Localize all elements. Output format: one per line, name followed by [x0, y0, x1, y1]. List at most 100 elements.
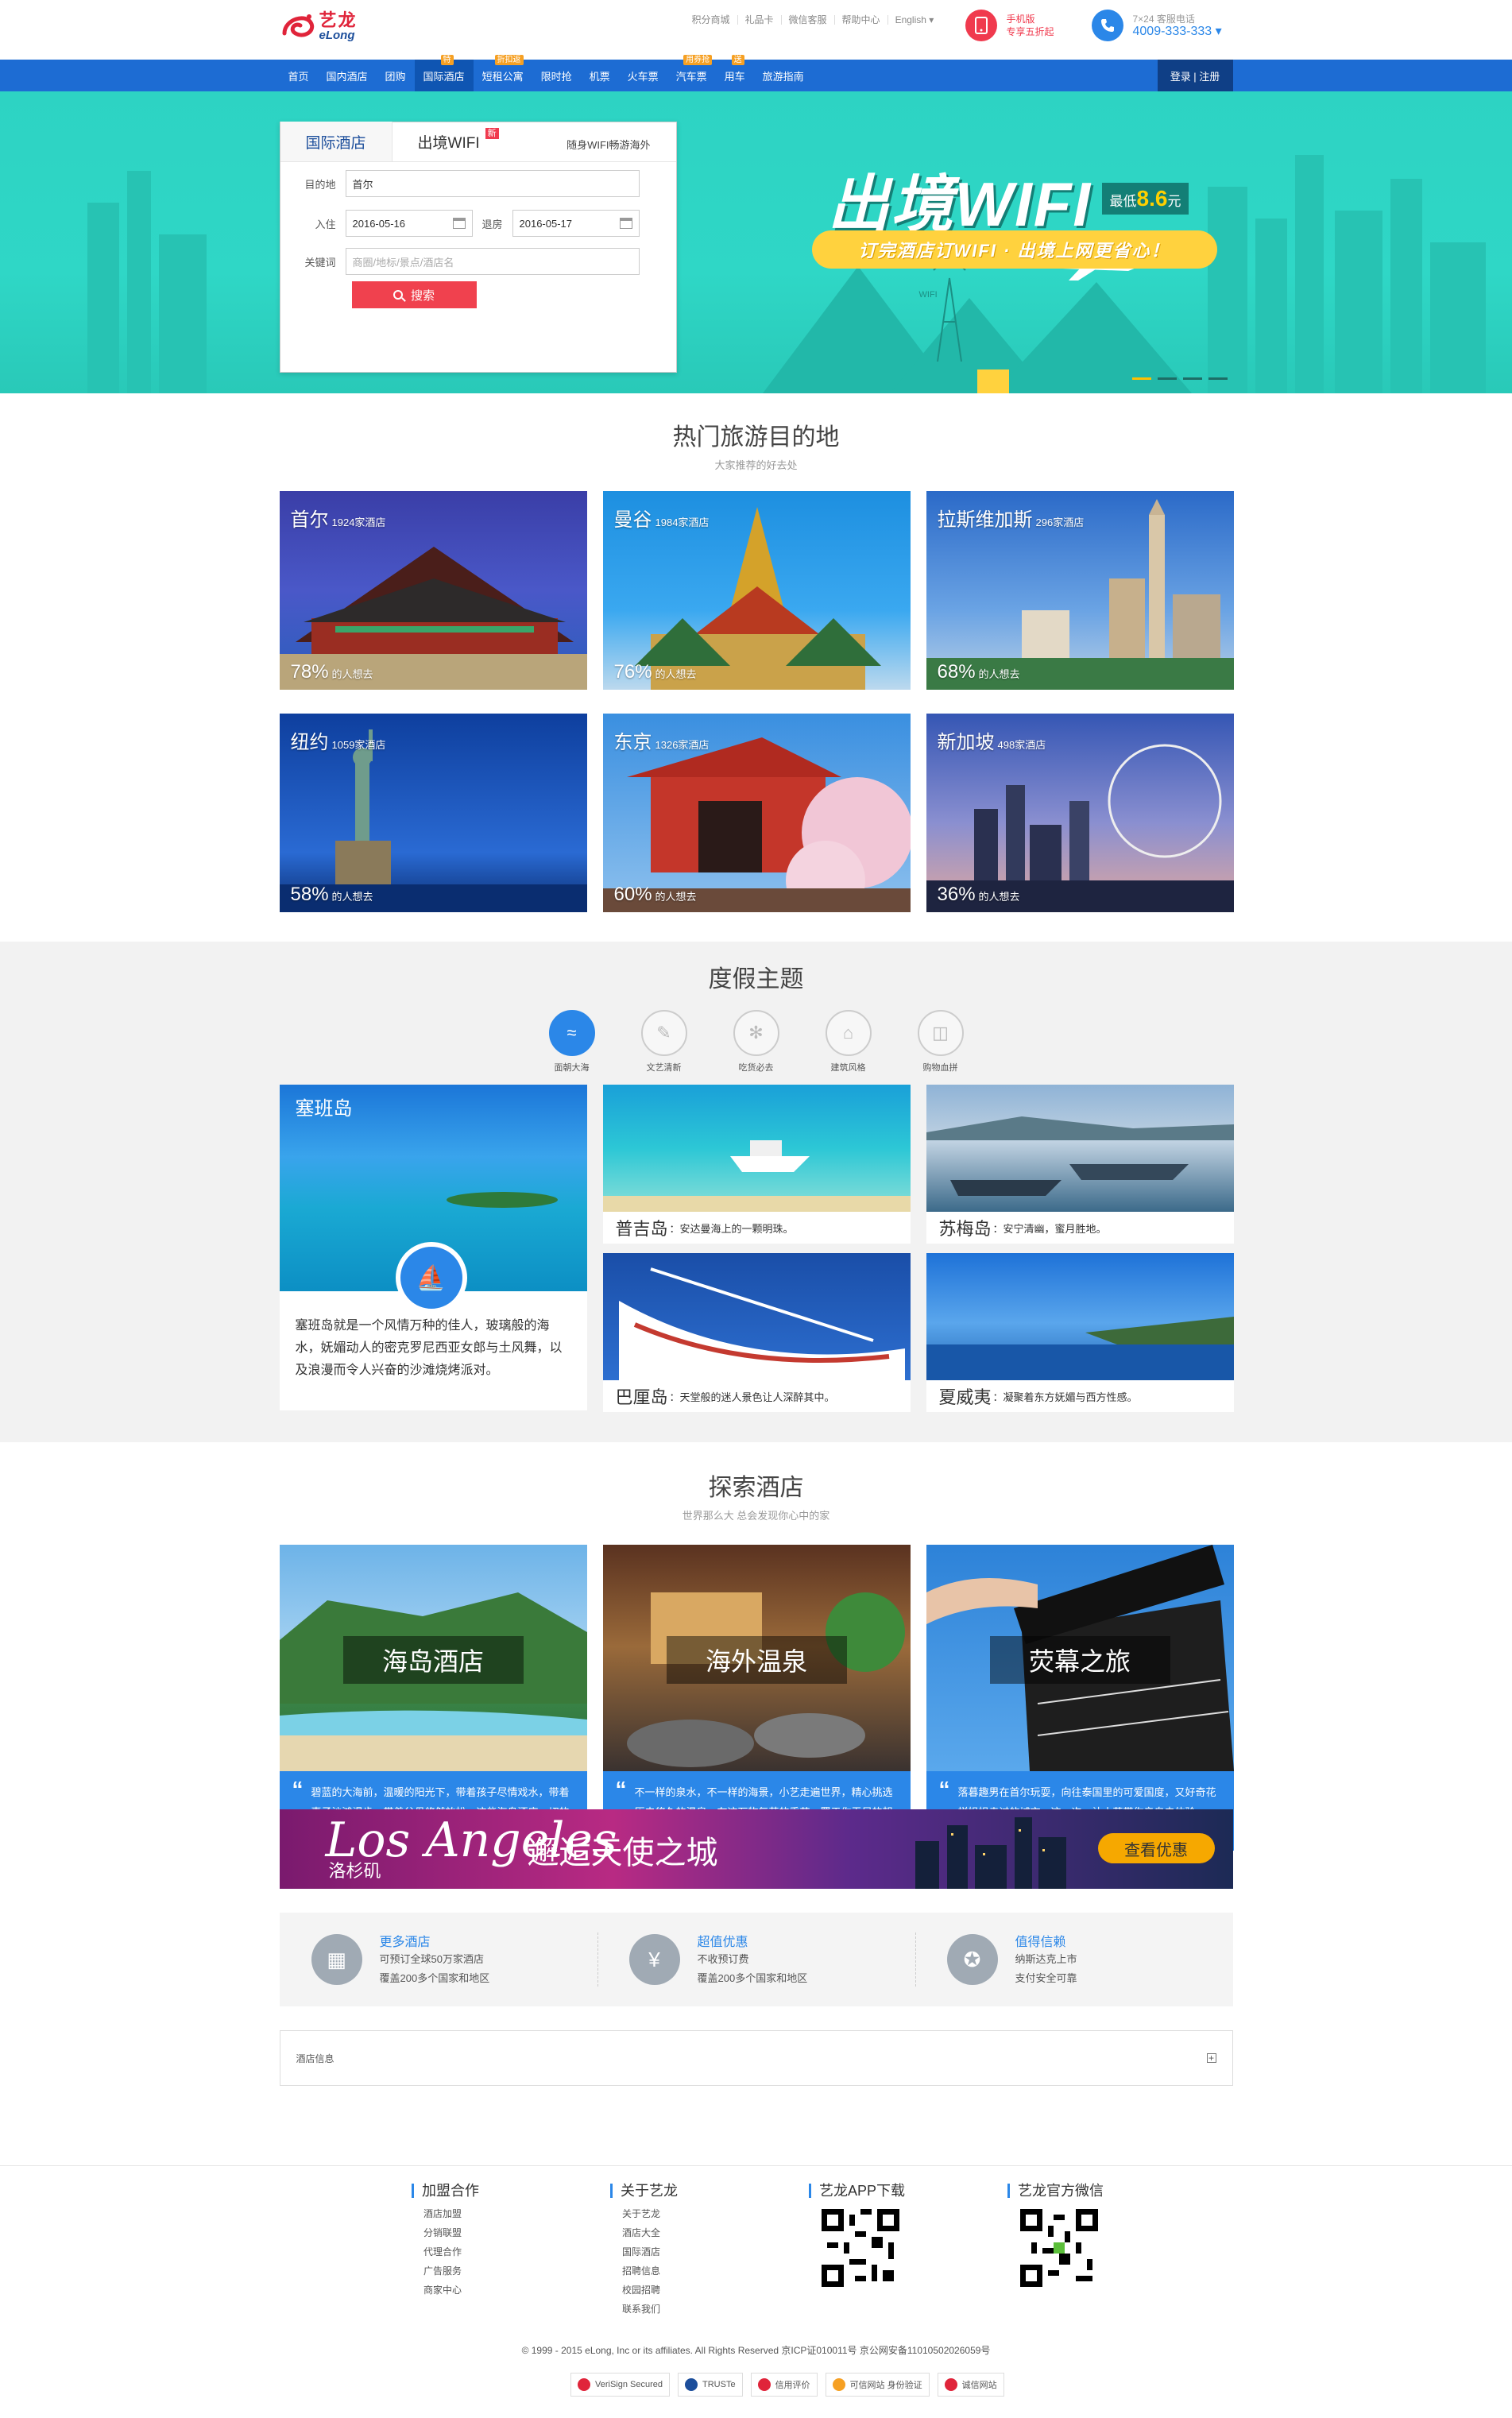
holiday-card-phuket[interactable]: 普吉岛 ：安达曼海上的一颗明珠。	[602, 1085, 911, 1244]
explore-card-island-hotel[interactable]: 海岛酒店 碧蓝的大海前，温暖的阳光下，带着孩子尽情戏水，带着妻子沙滩漫步，带着父…	[279, 1545, 587, 1851]
tab-wifi[interactable]: 出境WIFI 新	[393, 122, 505, 161]
footer-link[interactable]: 关于艺龙	[622, 2204, 793, 2223]
want-pct: 60%	[613, 884, 652, 905]
theme-tab-sea[interactable]: ≈ 面朝大海	[526, 1010, 618, 1080]
carousel-dot[interactable]	[1131, 377, 1151, 380]
footer-link[interactable]: 代理合作	[423, 2242, 594, 2261]
feature-title[interactable]: 值得信赖	[1015, 1931, 1077, 1950]
nav-flash-sale[interactable]: 限时抢	[532, 60, 581, 91]
section-title: 热门旅游目的地	[672, 424, 840, 451]
nav-bus[interactable]: 用券抢 汽车票	[667, 55, 716, 91]
logo-text-en: eLong	[319, 28, 355, 42]
holiday-card-koh-samui[interactable]: 苏梅岛 ：安宁清幽，蜜月胜地。	[926, 1085, 1234, 1244]
theme-tab-food[interactable]: ✻ 吃货必去	[710, 1010, 802, 1080]
nav-domestic-hotel[interactable]: 国内酒店	[318, 60, 377, 91]
trust-badge[interactable]: TRUSTe	[678, 2373, 743, 2397]
want-label: 的人想去	[655, 891, 697, 903]
footer-link[interactable]: 校园招聘	[622, 2281, 793, 2300]
explore-card-film-trip[interactable]: 荧幕之旅 落暮趣男在首尔玩耍，向往泰国里的可爱国度，又好奇花样姐姐走过的城市，这…	[926, 1545, 1234, 1851]
checkin-value: 2016-05-16	[352, 217, 406, 230]
tab-wifi-label: 出境WIFI	[417, 134, 480, 152]
nav-tag: 特	[440, 55, 454, 65]
holiday-grid: 塞班岛 ⛵ 塞班岛就是一个风情万种的佳人，玻璃般的海水，妩媚动人的密克罗尼西亚女…	[279, 1085, 1234, 1412]
feature-title[interactable]: 更多酒店	[380, 1931, 490, 1950]
theme-tab-shopping[interactable]: ◫ 购物血拼	[895, 1010, 987, 1080]
copyright: © 1999 - 2015 eLong, Inc or its affiliat…	[521, 2345, 991, 2356]
wifi-slogan: 随身WIFI畅游海外	[567, 139, 651, 151]
language-dropdown[interactable]: English ▾	[888, 15, 942, 25]
holiday-card-hawaii[interactable]: 夏威夷 ：凝聚着东方妩媚与西方性感。	[926, 1253, 1234, 1412]
footer-link[interactable]: 酒店大全	[622, 2223, 793, 2242]
service-hotline[interactable]: 7×24 客服电话 4009-333-333 ▾	[1091, 10, 1222, 41]
destination-card-las-vegas[interactable]: 拉斯维加斯 296家酒店 68% 的人想去	[926, 491, 1234, 690]
holiday-card-bali[interactable]: 巴厘岛 ：天堂般的迷人景色让人深醉其中。	[602, 1253, 911, 1412]
nav-flights[interactable]: 机票	[581, 60, 619, 91]
destination-card-tokyo[interactable]: 东京 1326家酒店 60% 的人想去	[602, 714, 911, 912]
tab-intl-hotel[interactable]: 国际酒店	[280, 122, 393, 161]
theme-tab-art[interactable]: ✎ 文艺清新	[618, 1010, 710, 1080]
nav-home[interactable]: 首页	[280, 60, 318, 91]
carousel-dot[interactable]	[1157, 377, 1177, 380]
destination-card-bangkok[interactable]: 曼谷 1984家酒店 76% 的人想去	[602, 491, 911, 690]
hotel-info-panel[interactable]: 酒店信息 +	[279, 2030, 1233, 2086]
destination-input[interactable]: 首尔	[345, 170, 640, 197]
crab-icon: ✻	[733, 1010, 779, 1056]
explore-card-hot-spring[interactable]: 海外温泉 不一样的泉水，不一样的海景，小艺走遍世界，精心挑选历史悠久的温泉，在这…	[602, 1545, 911, 1851]
view-deals-button[interactable]: 查看优惠	[1097, 1833, 1215, 1863]
bali-boat-image	[602, 1253, 911, 1380]
keyword-input[interactable]: 商圈/地标/景点/酒店名	[345, 248, 640, 275]
nav-label: 汽车票	[675, 70, 707, 83]
holiday-card-saipan[interactable]: 塞班岛 ⛵ 塞班岛就是一个风情万种的佳人，玻璃般的海水，妩媚动人的密克罗尼西亚女…	[279, 1085, 587, 1410]
main-nav: 首页 国内酒店 团购 特国际酒店 折扣返 短租公寓 限时抢 机票 火车票 用券抢汽…	[0, 55, 1512, 91]
elong-logo[interactable]: 艺龙 eLong	[280, 10, 358, 43]
trust-badge[interactable]: 可信网站 身份验证	[825, 2373, 930, 2397]
city-name: 纽约	[290, 732, 329, 753]
feature-title[interactable]: 超值优惠	[698, 1931, 808, 1950]
hotel-count: 1924家酒店	[331, 516, 386, 528]
footer-link[interactable]: 酒店加盟	[423, 2204, 594, 2223]
los-angeles-banner[interactable]: Los Angeles 洛杉矶 邂逅天使之城 查看优惠	[279, 1809, 1233, 1889]
trust-badge[interactable]: 信用评价	[750, 2373, 818, 2397]
film-clapperboard-image: 荧幕之旅	[926, 1545, 1234, 1771]
login-register-button[interactable]: 登录 | 注册	[1157, 60, 1233, 91]
footer-link[interactable]: 商家中心	[423, 2281, 594, 2300]
nav-label: 国内酒店	[326, 70, 368, 83]
footer-link[interactable]: 联系我们	[622, 2300, 793, 2319]
destination-card-new-york[interactable]: 纽约 1059家酒店 58% 的人想去	[279, 714, 587, 912]
footer-link[interactable]: 招聘信息	[622, 2261, 793, 2281]
footer-link[interactable]: 分销联盟	[423, 2223, 594, 2242]
mobile-app-link[interactable]: 手机版 专享五折起	[965, 10, 1054, 41]
nav-travel-guide[interactable]: 旅游指南	[754, 60, 813, 91]
wifi-tower-label: WIFI	[918, 290, 938, 300]
top-link-wechat-service[interactable]: 微信客服	[782, 15, 835, 25]
top-link-help[interactable]: 帮助中心	[835, 15, 888, 25]
theme-label: 吃货必去	[738, 1063, 774, 1073]
expand-icon[interactable]: +	[1206, 2053, 1216, 2063]
search-tabs: 国际酒店 出境WIFI 新 随身WIFI畅游海外	[280, 122, 676, 162]
carousel-dot[interactable]	[1208, 377, 1228, 380]
checkout-input[interactable]: 2016-05-17	[512, 210, 640, 237]
carousel-dot[interactable]	[1182, 377, 1202, 380]
top-link-points-mall[interactable]: 积分商城	[685, 15, 738, 25]
nav-car[interactable]: 送用车	[716, 55, 754, 91]
island-hotel-image: 海岛酒店	[279, 1545, 587, 1771]
feature-line: 纳斯达克上市	[1015, 1953, 1077, 1965]
search-button[interactable]: 搜索	[351, 281, 477, 308]
footer-link[interactable]: 国际酒店	[622, 2242, 793, 2261]
destination-card-seoul[interactable]: 首尔 1924家酒店 78% 的人想去	[279, 491, 587, 690]
hotel-count: 1059家酒店	[331, 739, 386, 751]
destination-card-singapore[interactable]: 新加坡 498家酒店 36% 的人想去	[926, 714, 1234, 912]
nav-train[interactable]: 火车票	[619, 60, 667, 91]
checkin-input[interactable]: 2016-05-16	[345, 210, 473, 237]
checkout-value: 2016-05-17	[519, 217, 573, 230]
top-links: 积分商城 礼品卡 微信客服 帮助中心 English ▾	[685, 15, 942, 25]
trust-badge[interactable]: VeriSign Secured	[570, 2373, 670, 2397]
nav-apartment[interactable]: 折扣返 短租公寓	[474, 55, 532, 91]
theme-tab-architecture[interactable]: ⌂ 建筑风格	[802, 1010, 895, 1080]
explore-card-label: 海外温泉	[666, 1636, 847, 1684]
trust-badge[interactable]: 诚信网站	[937, 2373, 1004, 2397]
nav-group-buy[interactable]: 团购	[377, 60, 415, 91]
nav-intl-hotel[interactable]: 特国际酒店	[414, 55, 474, 91]
top-link-gift-card[interactable]: 礼品卡	[738, 15, 782, 25]
footer-link[interactable]: 广告服务	[423, 2261, 594, 2281]
